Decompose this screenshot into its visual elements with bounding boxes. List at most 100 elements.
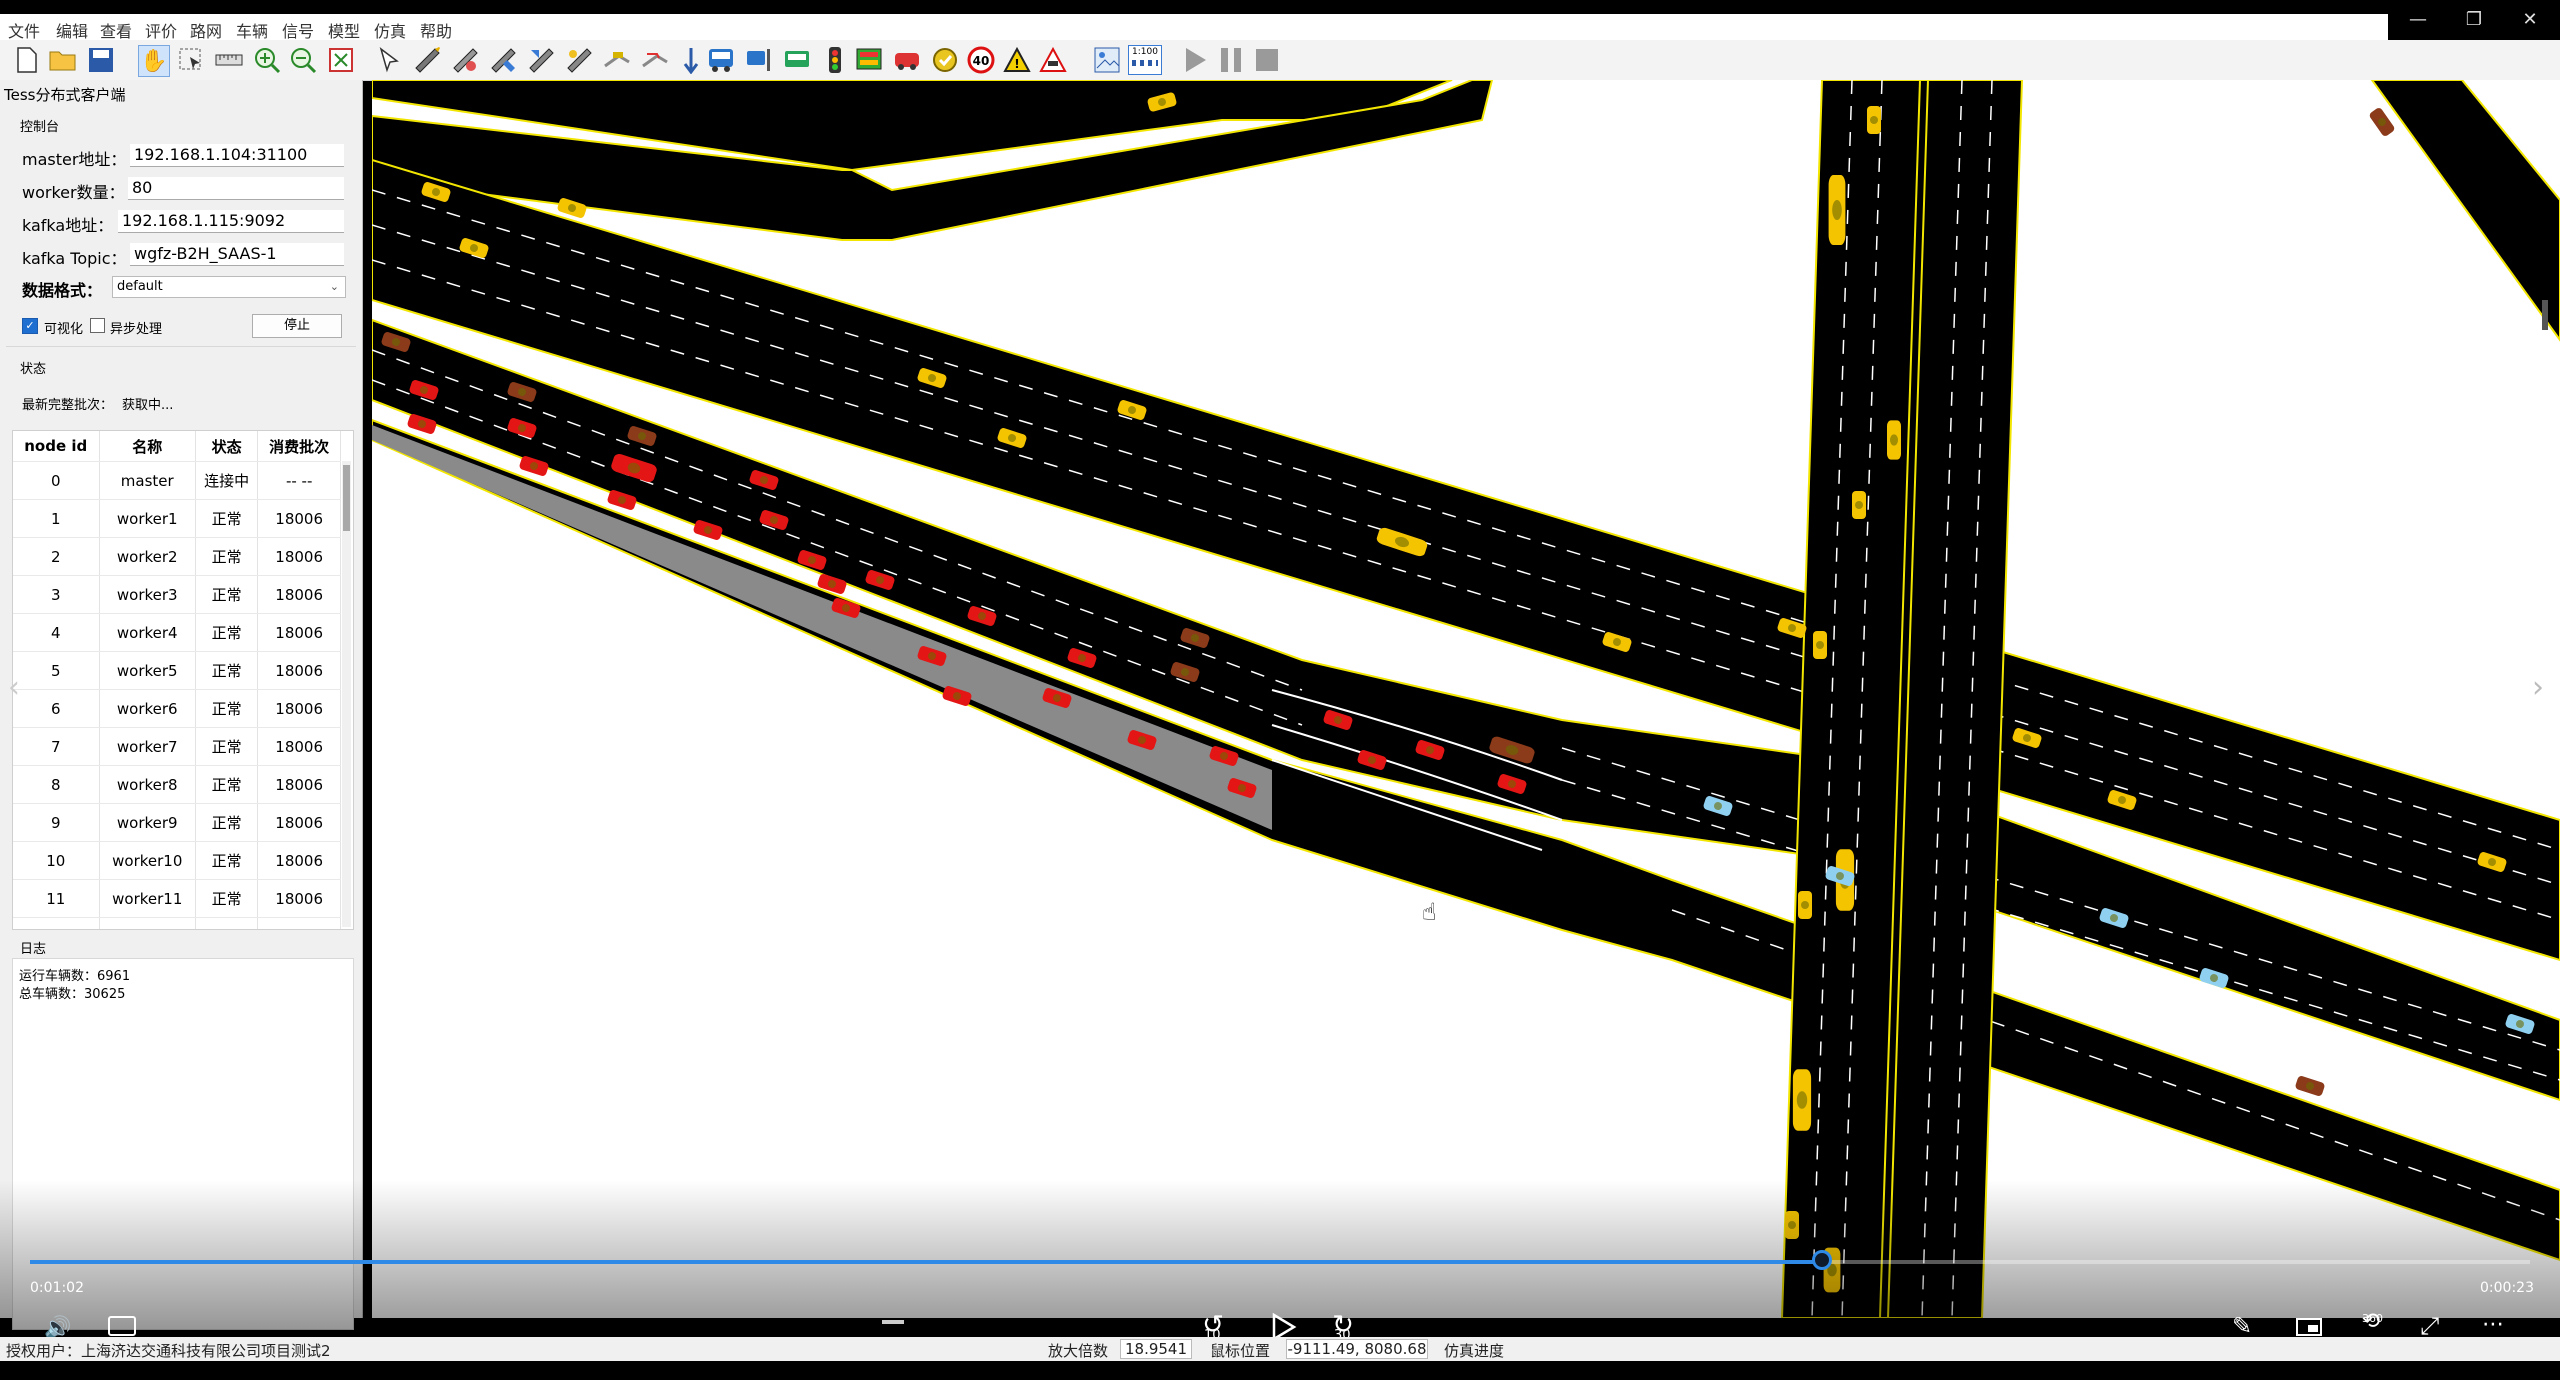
speed-check-icon[interactable] xyxy=(930,45,960,75)
stop-button[interactable]: 停止 xyxy=(252,314,342,338)
menu-signal[interactable]: 信号 xyxy=(282,18,314,42)
menu-vehicle[interactable]: 车辆 xyxy=(236,18,268,42)
fit-view-icon[interactable] xyxy=(326,45,356,75)
traffic-light-icon[interactable] xyxy=(820,45,850,75)
route-icon[interactable] xyxy=(640,45,670,75)
node-status-cell: 正常 xyxy=(195,537,259,576)
restore-button[interactable]: ❐ xyxy=(2454,8,2494,32)
open-folder-icon[interactable] xyxy=(48,45,78,75)
speed-limit-icon[interactable]: 40 xyxy=(966,45,996,75)
pause-icon[interactable] xyxy=(1216,45,1246,75)
table-scroll-thumb[interactable] xyxy=(343,465,350,531)
console-section-label: 控制台 xyxy=(20,120,60,135)
worker-count-field[interactable]: 80 xyxy=(128,177,344,200)
menu-network[interactable]: 路网 xyxy=(190,18,222,42)
col-header-status[interactable]: 状态 xyxy=(195,431,259,462)
scale-icon[interactable]: 1:100 xyxy=(1128,45,1162,75)
table-scrollbar[interactable] xyxy=(342,461,351,927)
table-row[interactable]: 12worker12正常18006 xyxy=(13,917,341,929)
table-row[interactable]: 6 worker6 正常 18006 xyxy=(13,689,341,728)
zoom-out-icon[interactable] xyxy=(288,45,318,75)
col-header-name[interactable]: 名称 xyxy=(99,431,196,462)
vr-360-label: 360 xyxy=(2362,1312,2383,1325)
prev-arrow-icon[interactable]: ‹ xyxy=(8,670,20,705)
table-row[interactable]: 2 worker2 正常 18006 xyxy=(13,537,341,576)
back-arrow-icon[interactable]: ← xyxy=(4,10,34,40)
data-format-select[interactable]: default ⌄ xyxy=(112,276,346,298)
warning-sign-icon[interactable]: ! xyxy=(1002,45,1032,75)
menu-model[interactable]: 模型 xyxy=(328,18,360,42)
menu-view[interactable]: 查看 xyxy=(100,18,132,42)
edit-link-icon[interactable] xyxy=(488,45,518,75)
draw-link-icon[interactable] xyxy=(412,45,442,75)
close-button[interactable]: ✕ xyxy=(2510,8,2550,32)
canvas-scrollbar[interactable] xyxy=(2542,300,2548,330)
next-arrow-icon[interactable]: › xyxy=(2532,670,2544,705)
edit-lane-icon[interactable] xyxy=(526,45,556,75)
accident-sign-icon[interactable] xyxy=(1038,45,1068,75)
subtitle-icon[interactable] xyxy=(108,1316,136,1336)
table-row[interactable]: 0 master 连接中 -- -- xyxy=(13,461,341,500)
ruler-icon[interactable] xyxy=(214,45,244,75)
menu-edit[interactable]: 编辑 xyxy=(56,18,88,42)
drag-handle[interactable] xyxy=(882,1320,904,1324)
simulation-canvas[interactable]: ☝ xyxy=(372,80,2560,1318)
edit-pen-icon[interactable]: ✎ xyxy=(2232,1312,2252,1340)
table-row[interactable]: 10 worker10 正常 18006 xyxy=(13,841,341,880)
col-header-batch[interactable]: 消费批次 xyxy=(257,431,341,462)
vehicle-input-icon[interactable] xyxy=(892,45,922,75)
kafka-topic-label: kafka Topic： xyxy=(22,249,127,268)
table-row[interactable]: 1 worker1 正常 18006 xyxy=(13,499,341,538)
stop-icon[interactable] xyxy=(1252,45,1282,75)
fullscreen-icon[interactable]: ⤢ xyxy=(2420,1312,2439,1340)
worker-count-label: worker数量： xyxy=(22,183,125,202)
bus-icon[interactable] xyxy=(706,45,736,75)
select-box-icon[interactable] xyxy=(176,45,206,75)
pan-hand-icon[interactable]: ✋ xyxy=(138,45,170,77)
table-row[interactable]: 11 worker11 正常 18006 xyxy=(13,879,341,918)
node-status-cell: 正常 xyxy=(195,841,259,880)
bus-line-icon[interactable] xyxy=(782,45,812,75)
decision-point-icon[interactable] xyxy=(564,45,594,75)
node-batch-cell: 18006 xyxy=(257,689,341,728)
video-progress-track[interactable] xyxy=(30,1250,2530,1270)
table-row[interactable]: 9 worker9 正常 18006 xyxy=(13,803,341,842)
more-options-icon[interactable]: ⋯ xyxy=(2482,1312,2506,1337)
table-row[interactable]: 4 worker4 正常 18006 xyxy=(13,613,341,652)
draw-connector-icon[interactable] xyxy=(450,45,480,75)
minimize-button[interactable]: — xyxy=(2398,8,2438,32)
layers-icon[interactable] xyxy=(1092,45,1122,75)
signal-plan-icon[interactable] xyxy=(854,45,884,75)
table-row[interactable]: 8 worker8 正常 18006 xyxy=(13,765,341,804)
menu-simulation[interactable]: 仿真 xyxy=(374,18,406,42)
master-address-field[interactable]: 192.168.1.104:31100 xyxy=(130,144,344,167)
picture-in-picture-icon[interactable] xyxy=(2296,1318,2322,1336)
col-header-node-id[interactable]: node id xyxy=(13,431,100,462)
kafka-topic-field[interactable]: wgfz-B2H_SAAS-1 xyxy=(130,243,344,266)
node-batch-cell: 18006 xyxy=(257,803,341,842)
bus-stop-icon[interactable] xyxy=(744,45,774,75)
table-row[interactable]: 7 worker7 正常 18006 xyxy=(13,727,341,766)
menu-evaluate[interactable]: 评价 xyxy=(145,18,177,42)
node-id-cell: 2 xyxy=(13,537,100,576)
node-name-cell: worker2 xyxy=(99,537,196,576)
zoom-in-icon[interactable] xyxy=(252,45,282,75)
new-file-icon[interactable] xyxy=(12,45,42,75)
title-strip xyxy=(0,0,2560,14)
pointer-icon[interactable] xyxy=(374,45,404,75)
window-controls: — ❐ ✕ xyxy=(2388,0,2560,40)
node-id-cell: 5 xyxy=(13,651,100,690)
play-icon[interactable] xyxy=(1180,45,1210,75)
kafka-address-field[interactable]: 192.168.1.115:9092 xyxy=(118,210,344,233)
video-progress-knob[interactable] xyxy=(1812,1250,1833,1270)
menu-help[interactable]: 帮助 xyxy=(420,18,452,42)
node-id-cell: 4 xyxy=(13,613,100,652)
save-icon[interactable] xyxy=(86,45,116,75)
async-checkbox[interactable] xyxy=(90,318,105,333)
table-row[interactable]: 3 worker3 正常 18006 xyxy=(13,575,341,614)
detector-icon[interactable] xyxy=(602,45,632,75)
table-row[interactable]: 5 worker5 正常 18006 xyxy=(13,651,341,690)
data-format-value: default xyxy=(117,279,163,294)
visualize-checkbox[interactable]: ✓ xyxy=(22,318,38,334)
flow-direction-icon[interactable] xyxy=(676,45,706,75)
